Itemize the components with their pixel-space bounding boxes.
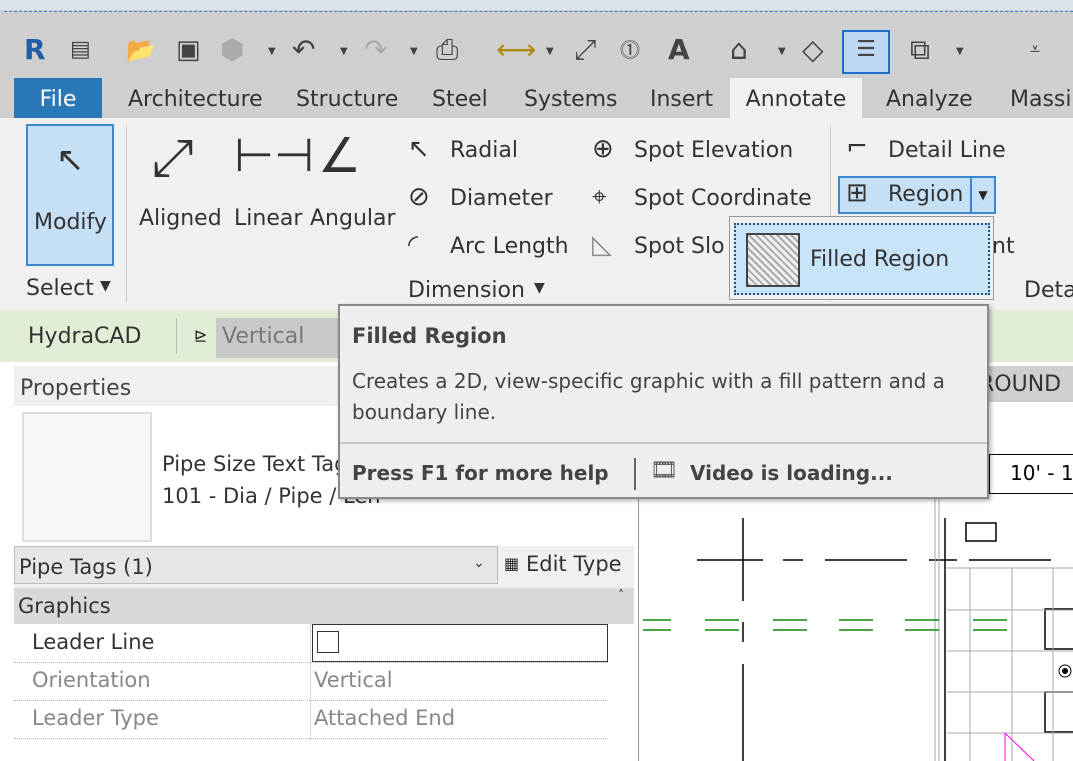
leader-type-value: Attached End — [314, 706, 456, 730]
tooltip-help-text: Press F1 for more help — [352, 461, 609, 485]
linear-button[interactable]: Linear — [234, 206, 302, 231]
tab-insert[interactable]: Insert — [640, 78, 723, 118]
measure-icon[interactable]: ⟷ — [496, 32, 536, 68]
region-dropdown-arrow[interactable]: ▼ — [970, 178, 994, 212]
region-split-button[interactable]: ⊞ Region ▼ — [838, 176, 996, 214]
aligned-button[interactable]: Aligned — [139, 206, 222, 231]
region-icon: ⊞ — [846, 178, 868, 208]
spot-elevation-icon[interactable]: ⊕ — [592, 134, 614, 164]
detail-component-button[interactable]: nt — [992, 234, 1015, 259]
ribbon-tabs: File Architecture Structure Steel System… — [0, 78, 1073, 118]
spot-slope-icon[interactable]: ◺ — [592, 230, 612, 260]
select-dropdown[interactable]: Select — [26, 276, 94, 301]
text-icon[interactable]: A — [668, 32, 690, 68]
tooltip-video-status: Video is loading... — [690, 461, 893, 485]
angular-button[interactable]: Angular — [310, 206, 396, 231]
modify-button[interactable]: ↖ Modify — [26, 124, 114, 266]
diameter-button[interactable]: Diameter — [450, 186, 553, 211]
radial-icon[interactable]: ↖ — [408, 134, 430, 164]
video-icon: 🎞 — [650, 458, 678, 483]
tab-systems[interactable]: Systems — [514, 78, 628, 118]
leader-line-label: Leader Line — [32, 630, 155, 654]
tab-structure[interactable]: Structure — [286, 78, 408, 118]
detail-line-button[interactable]: Detail Line — [888, 138, 1006, 163]
tab-annotate[interactable]: Annotate — [730, 78, 862, 118]
tag-icon[interactable]: ⓵ — [620, 32, 640, 68]
modify-label: Modify — [34, 210, 107, 235]
linear-dimension-icon[interactable]: ⊢⊣ — [234, 128, 314, 182]
customize-qat-icon[interactable]: ⩡ — [1030, 32, 1040, 68]
region-flyout-menu: Filled Region — [729, 216, 994, 300]
edit-type-icon: ▦ — [504, 554, 520, 573]
orientation-value: Vertical — [314, 668, 393, 692]
radial-button[interactable]: Radial — [450, 138, 518, 163]
orientation-select[interactable]: Vertical — [216, 318, 340, 358]
arc-length-button[interactable]: Arc Length — [450, 234, 569, 259]
revit-logo-icon[interactable]: R — [24, 32, 46, 68]
quick-access-toolbar: R ▤ 📂 ▣ ⬢ ▼ ↶ ▼ ↷ ▼ ⎙ ⟷ ▼ ⤢ ⓵ A ⌂ ▼ ◇ ☰ ⧉ ▼ ⩡ — [0, 0, 1073, 78]
type-preview — [22, 412, 152, 542]
properties-title: Properties — [20, 376, 132, 401]
thin-lines-icon[interactable]: ☰ — [842, 30, 890, 74]
spot-elevation-button[interactable]: Spot Elevation — [634, 138, 793, 163]
diameter-icon[interactable]: ⊘ — [408, 182, 430, 212]
detail-line-icon[interactable]: ⌐ — [846, 132, 868, 162]
type-selector-dropdown[interactable]: Pipe Tags (1) ⌄ — [14, 546, 498, 584]
orientation-label: Orientation — [32, 668, 151, 692]
tooltip-title: Filled Region — [352, 324, 507, 348]
project-browser-icon[interactable]: ▤ — [70, 32, 91, 68]
dimension-panel-label[interactable]: Dimension — [408, 278, 525, 303]
tab-massing[interactable]: Massin — [1000, 78, 1073, 118]
detail-panel-label: Deta — [1024, 278, 1073, 303]
tab-architecture[interactable]: Architecture — [118, 78, 273, 118]
redo-icon[interactable]: ↷ — [364, 32, 387, 68]
edit-type-button[interactable]: Edit Type — [526, 552, 622, 576]
hydracad-tab[interactable]: HydraCAD — [28, 324, 141, 349]
spot-coordinate-button[interactable]: Spot Coordinate — [634, 186, 812, 211]
aligned-dimension-icon[interactable]: ⤢ — [574, 32, 596, 68]
undo-icon[interactable]: ↶ — [292, 32, 315, 68]
angular-dimension-icon[interactable]: ∠ — [318, 128, 361, 184]
leader-line-value[interactable] — [312, 624, 608, 662]
tab-file[interactable]: File — [14, 78, 102, 118]
leader-type-label: Leader Type — [32, 706, 159, 730]
filled-region-tooltip: Filled Region Creates a 2D, view-specifi… — [338, 304, 989, 499]
leader-line-checkbox[interactable] — [317, 631, 339, 653]
type-name: Pipe Size Text Tag — [162, 452, 348, 476]
tab-analyze[interactable]: Analyze — [876, 78, 983, 118]
section-icon[interactable]: ◇ — [802, 32, 824, 68]
sync-icon[interactable]: ⬢ — [220, 32, 244, 68]
spot-coordinate-icon[interactable]: ⌖ — [592, 182, 607, 213]
graphics-group-header[interactable]: Graphics ˄ — [14, 588, 634, 624]
tooltip-description: Creates a 2D, view-specific graphic with… — [352, 369, 945, 424]
print-icon[interactable]: ⎙ — [436, 32, 458, 68]
filled-region-menu-item[interactable]: Filled Region — [734, 223, 990, 295]
open-icon[interactable]: 📂 — [126, 32, 156, 68]
aligned-dimension-icon[interactable]: ⤢ — [152, 128, 194, 189]
tab-steel[interactable]: Steel — [422, 78, 498, 118]
cursor-icon: ↖ — [56, 140, 85, 180]
arc-length-icon[interactable]: ◜ — [408, 230, 418, 260]
filled-region-icon — [746, 233, 800, 287]
orientation-icon: ⊵ — [194, 326, 208, 345]
save-icon[interactable]: ▣ — [176, 32, 201, 68]
spot-slope-button[interactable]: Spot Slo — [634, 234, 725, 259]
3d-view-icon[interactable]: ⌂ — [730, 32, 748, 68]
switch-windows-icon[interactable]: ⧉ — [910, 32, 930, 68]
